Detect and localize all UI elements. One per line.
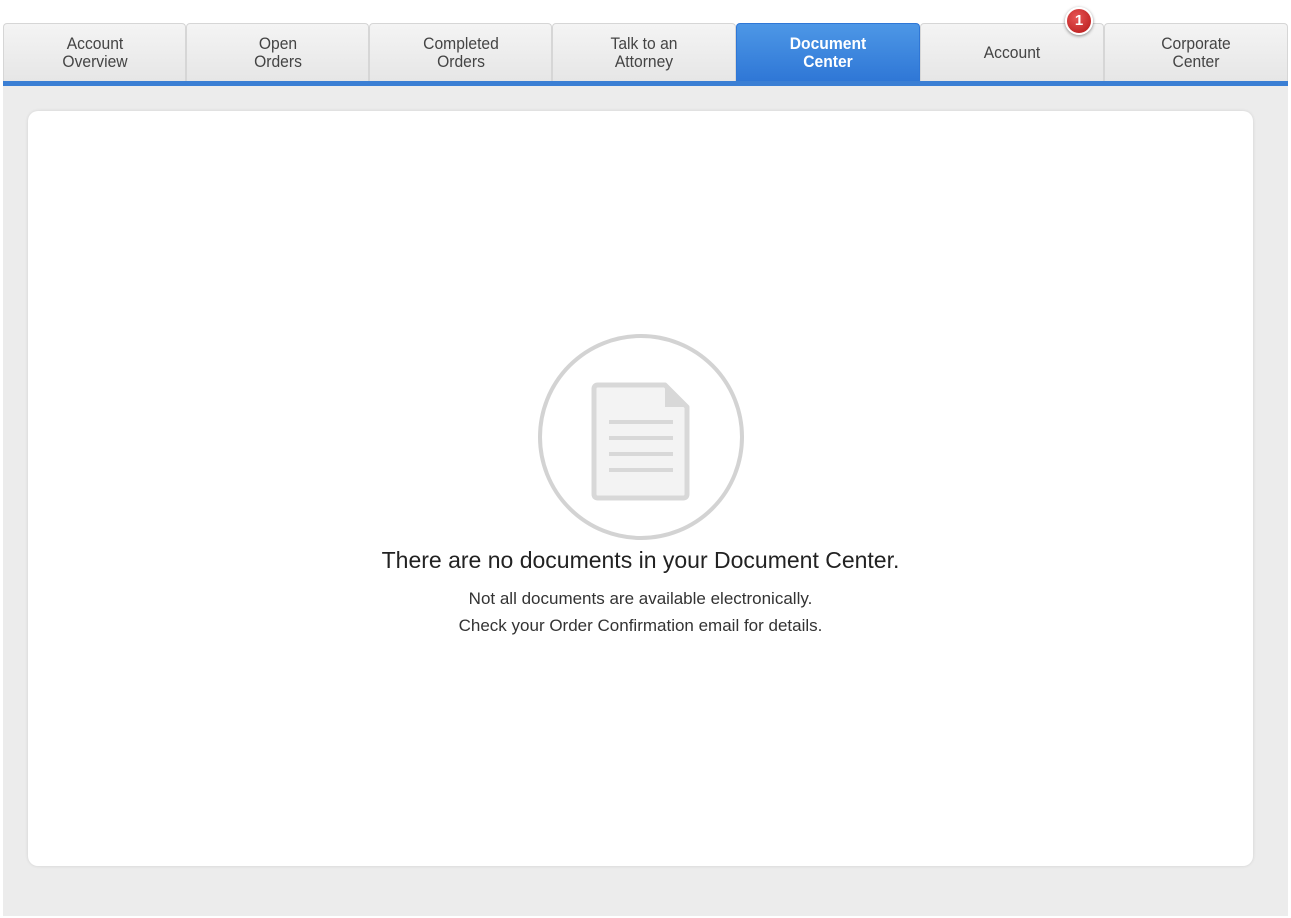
tab-label: Account	[983, 42, 1041, 62]
tab-account-overview[interactable]: Account Overview	[3, 23, 186, 81]
tab-label: Completed Orders	[422, 33, 499, 71]
empty-state-title: There are no documents in your Document …	[381, 547, 900, 573]
tab-corporate-center[interactable]: Corporate Center	[1104, 23, 1288, 81]
app-frame: Account Overview Open Orders Completed O…	[3, 0, 1288, 916]
tab-label: Corporate Center	[1161, 33, 1231, 71]
tab-document-center[interactable]: Document Center	[736, 23, 920, 81]
tab-bar: Account Overview Open Orders Completed O…	[3, 0, 1288, 86]
empty-state-message: Not all documents are available electron…	[468, 589, 813, 608]
tab-underline	[3, 81, 1288, 86]
tab-label: Document Center	[789, 33, 867, 71]
tab-talk-to-attorney[interactable]: Talk to an Attorney	[552, 23, 736, 81]
document-icon	[538, 334, 744, 540]
tab-label: Open Orders	[253, 33, 302, 71]
tab-open-orders[interactable]: Open Orders	[186, 23, 369, 81]
tab-completed-orders[interactable]: Completed Orders	[369, 23, 552, 81]
document-center-panel: There are no documents in your Document …	[28, 111, 1253, 866]
tab-label: Account Overview	[61, 33, 128, 71]
notification-badge[interactable]: 1	[1065, 7, 1093, 35]
empty-state-hint: Check your Order Confirmation email for …	[458, 616, 823, 635]
tab-label: Talk to an Attorney	[610, 33, 678, 71]
